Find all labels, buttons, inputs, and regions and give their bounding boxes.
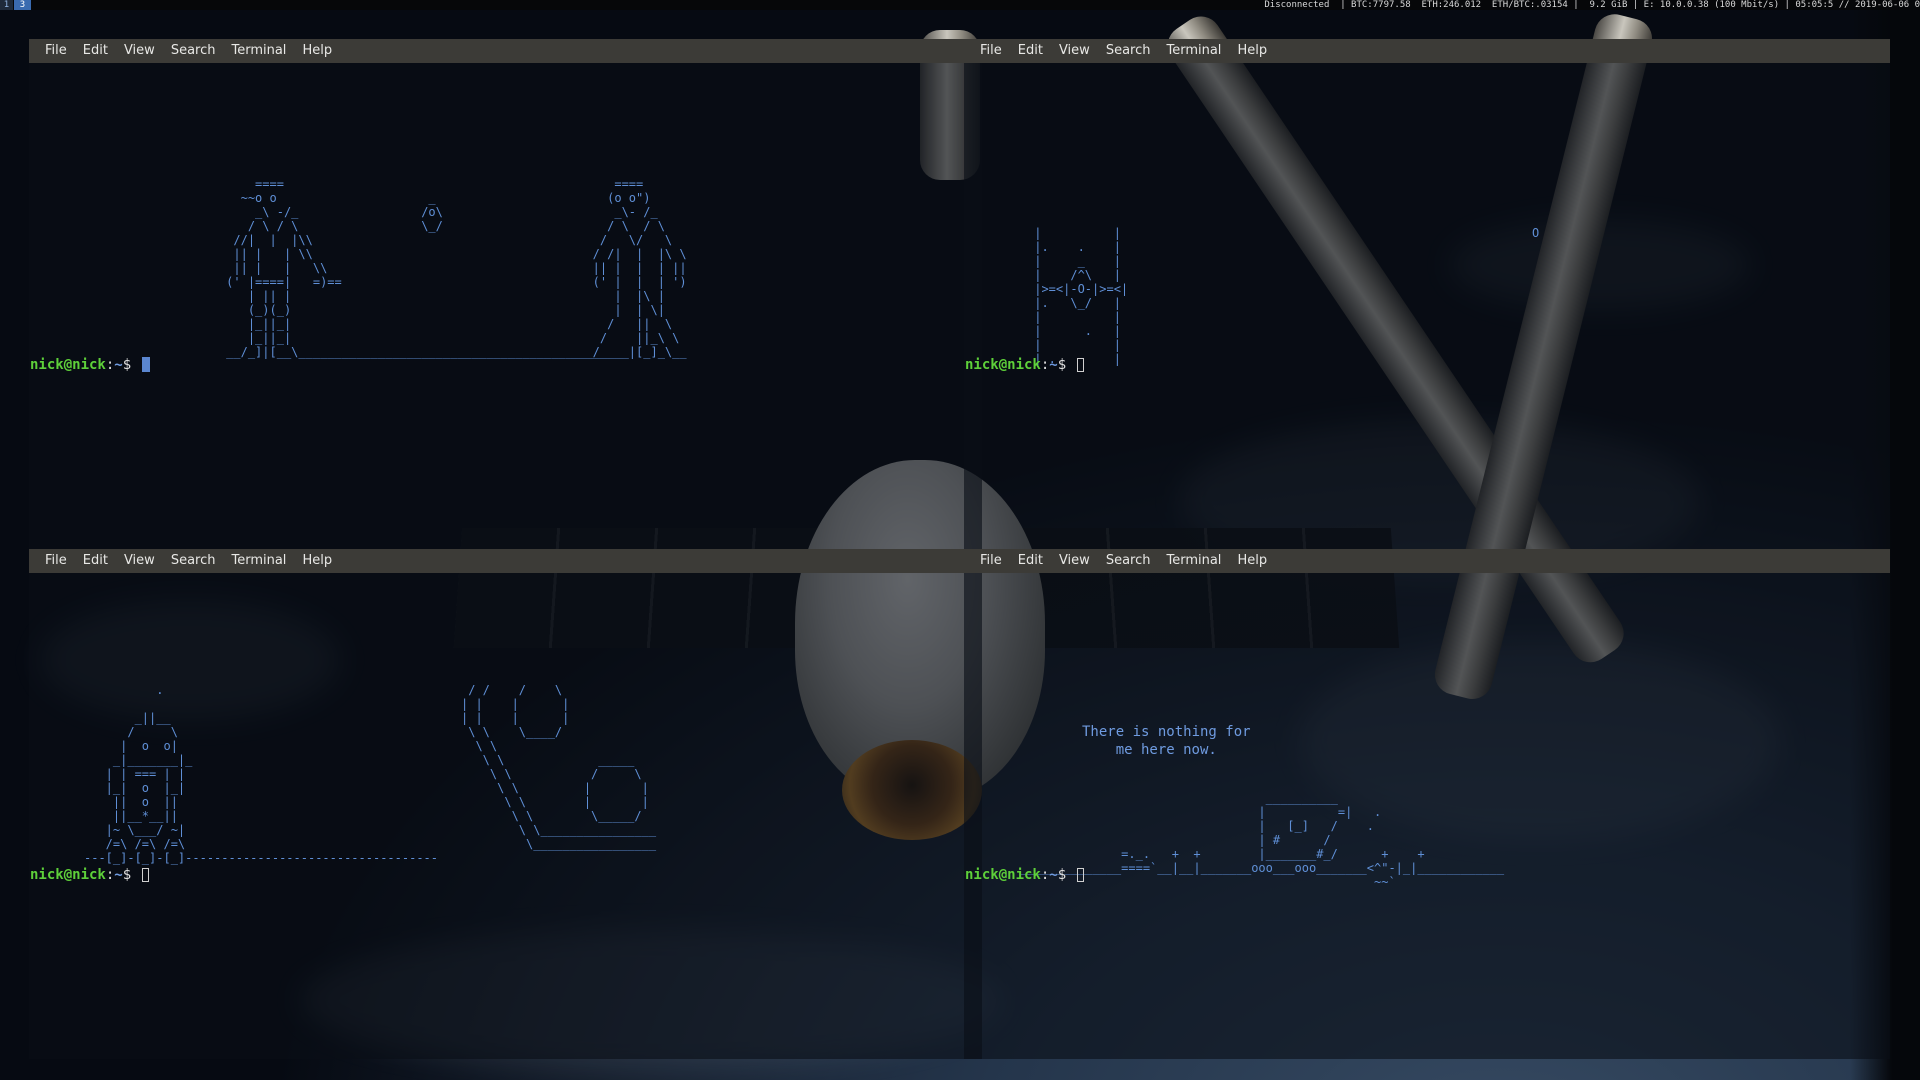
- menu-search[interactable]: Search: [163, 39, 224, 63]
- workspace-1-button[interactable]: 1: [0, 0, 13, 10]
- workspace-3-button[interactable]: 3: [14, 0, 31, 10]
- terminal-screen[interactable]: | | |. . | | _ | | /^\ | |>=<|-O-|>=<| |…: [964, 63, 1890, 549]
- ascii-art-ship: / / / \ | | | | | | | | \ \ \____/ \ \ \…: [461, 683, 657, 851]
- menu-help[interactable]: Help: [1229, 549, 1275, 573]
- ascii-art-r2d2: . _||__ / \ | o o| _|_______|_ | | === |…: [84, 683, 439, 865]
- menu-help[interactable]: Help: [294, 39, 340, 63]
- terminal-menubar: File Edit View Search Terminal Help: [964, 549, 1890, 573]
- menu-file[interactable]: File: [37, 549, 75, 573]
- text-cursor: [141, 868, 149, 882]
- menu-file[interactable]: File: [972, 549, 1010, 573]
- menu-file[interactable]: File: [972, 39, 1010, 63]
- menu-search[interactable]: Search: [1098, 39, 1159, 63]
- terminal-window-bottom-left[interactable]: File Edit View Search Terminal Help . _|…: [29, 549, 982, 1059]
- menu-file[interactable]: File: [37, 39, 75, 63]
- text-cursor: [141, 357, 150, 372]
- shell-prompt[interactable]: nick@nick:~$: [30, 866, 149, 884]
- terminal-window-top-left[interactable]: File Edit View Search Terminal Help ====…: [29, 39, 982, 549]
- text-cursor: [1076, 868, 1084, 882]
- menu-view[interactable]: View: [116, 549, 163, 573]
- menu-view[interactable]: View: [1051, 39, 1098, 63]
- terminal-screen[interactable]: There is nothing for me here now. ______…: [964, 573, 1890, 1059]
- menu-view[interactable]: View: [1051, 549, 1098, 573]
- text-cursor: [1076, 358, 1084, 372]
- system-status-text: Disconnected | BTC:7797.58 ETH:246.012 E…: [1264, 0, 1920, 10]
- menu-edit[interactable]: Edit: [75, 549, 116, 573]
- shell-prompt[interactable]: nick@nick:~$: [965, 356, 1084, 374]
- ascii-art-landspeeder: __________ | =| . | [_] / . | # / =._. +…: [1020, 791, 1505, 889]
- terminal-menubar: File Edit View Search Terminal Help: [964, 39, 1890, 63]
- menu-terminal[interactable]: Terminal: [223, 549, 294, 573]
- shell-prompt[interactable]: nick@nick:~$: [30, 356, 150, 374]
- message-text: There is nothing for me here now.: [1082, 724, 1251, 758]
- ascii-art-droid-c3po: ==== ~~o o _ _\ -/_ /o\ / \ / \ \_/ //| …: [226, 177, 624, 359]
- top-status-bar: 1 3 Disconnected | BTC:7797.58 ETH:246.0…: [0, 0, 1920, 10]
- menu-view[interactable]: View: [116, 39, 163, 63]
- terminal-screen[interactable]: ==== ~~o o _ _\ -/_ /o\ / \ / \ \_/ //| …: [29, 63, 982, 549]
- terminal-window-top-right[interactable]: File Edit View Search Terminal Help | | …: [964, 39, 1890, 549]
- menu-search[interactable]: Search: [1098, 549, 1159, 573]
- terminal-window-bottom-right[interactable]: File Edit View Search Terminal Help Ther…: [964, 549, 1890, 1059]
- terminal-menubar: File Edit View Search Terminal Help: [29, 39, 982, 63]
- terminal-screen[interactable]: . _||__ / \ | o o| _|_______|_ | | === |…: [29, 573, 982, 1059]
- menu-terminal[interactable]: Terminal: [1158, 549, 1229, 573]
- menu-help[interactable]: Help: [294, 549, 340, 573]
- ascii-art-star: O: [1532, 226, 1540, 240]
- terminal-menubar: File Edit View Search Terminal Help: [29, 549, 982, 573]
- menu-edit[interactable]: Edit: [1010, 549, 1051, 573]
- menu-terminal[interactable]: Terminal: [223, 39, 294, 63]
- menu-help[interactable]: Help: [1229, 39, 1275, 63]
- menu-search[interactable]: Search: [163, 549, 224, 573]
- ascii-art-tie-fighter: | | |. . | | _ | | /^\ | |>=<|-O-|>=<| |…: [1034, 226, 1129, 366]
- ascii-art-droid-figure: ==== (o o") _\- /_ / \ / \ / \/ \ / /| |…: [571, 177, 687, 359]
- menu-edit[interactable]: Edit: [1010, 39, 1051, 63]
- menu-terminal[interactable]: Terminal: [1158, 39, 1229, 63]
- menu-edit[interactable]: Edit: [75, 39, 116, 63]
- shell-prompt[interactable]: nick@nick:~$: [965, 866, 1084, 884]
